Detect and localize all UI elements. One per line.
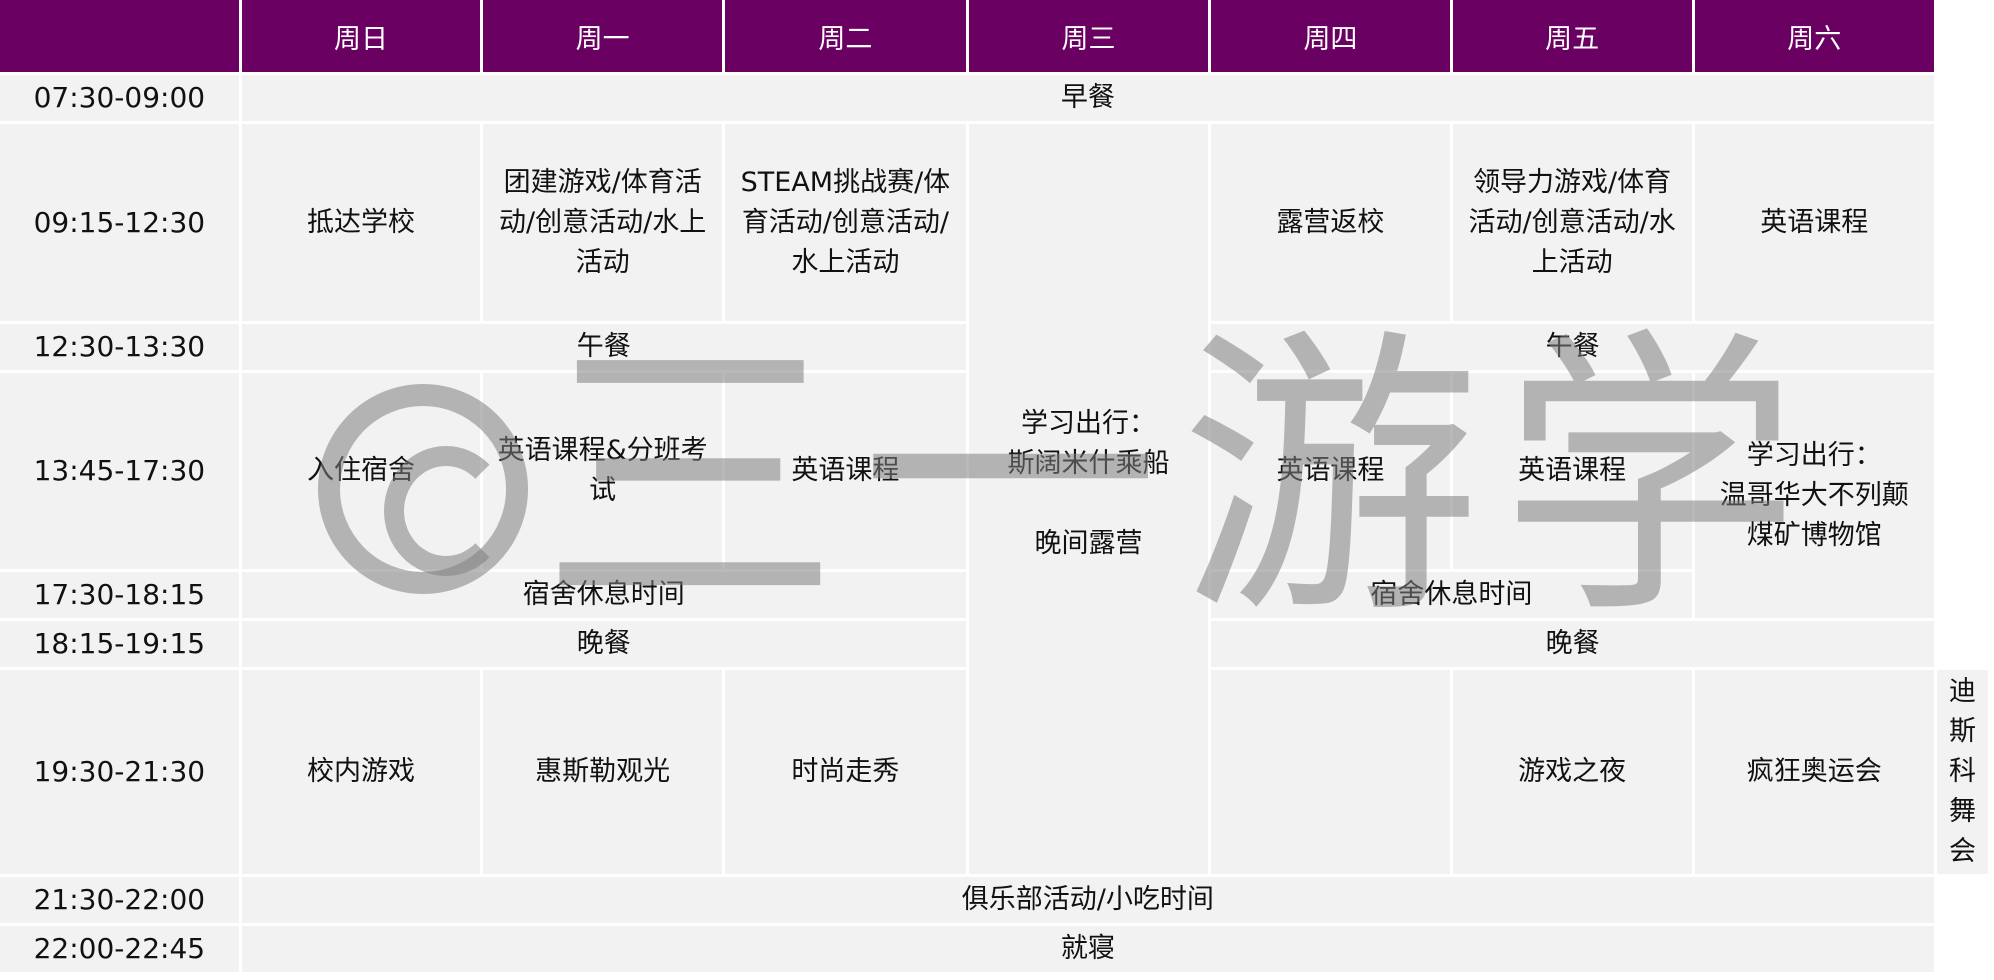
cell-thu-evening: 游戏之夜 [1452, 670, 1692, 874]
cell-breakfast: 早餐 [241, 75, 1934, 121]
cell-sat-evening: 迪斯科舞会 [1937, 670, 1988, 874]
wed-evening-camp: 晚间露营 [1034, 528, 1143, 559]
time-label: 18:15-19:15 [0, 621, 239, 667]
cell-lunch-right: 午餐 [1211, 324, 1934, 370]
cell-lunch-left: 午餐 [241, 324, 966, 370]
cell-wed-trip: 学习出行： 斯阔米什乘船 晚间露营 [968, 124, 1209, 874]
cell-dinner-left: 晚餐 [241, 621, 966, 667]
header-day-tue: 周二 [725, 0, 966, 72]
row-club: 21:30-22:00 俱乐部活动/小吃时间 [0, 877, 1988, 923]
cell-thu-afternoon: 英语课程 [1211, 373, 1450, 569]
sat-trip-line-1: 学习出行： [1746, 439, 1882, 471]
time-label: 09:15-12:30 [0, 124, 239, 321]
header-day-sun: 周日 [241, 0, 481, 72]
cell-sun-morning: 抵达学校 [241, 124, 481, 321]
time-label: 12:30-13:30 [0, 324, 239, 370]
cell-dinner-right: 晚餐 [1211, 621, 1934, 667]
row-breakfast: 07:30-09:00 早餐 [0, 75, 1988, 121]
row-bedtime: 22:00-22:45 就寝 [0, 926, 1988, 972]
cell-sat-morning: 英语课程 [1694, 124, 1934, 321]
cell-fri-morning: 领导力游戏/体育活动/创意活动/水上活动 [1452, 124, 1692, 321]
cell-fri-afternoon: 英语课程 [1452, 373, 1692, 569]
cell-tue-evening: 时尚走秀 [725, 670, 966, 874]
time-label: 19:30-21:30 [0, 670, 239, 874]
time-label: 17:30-18:15 [0, 572, 239, 618]
time-label: 22:00-22:45 [0, 926, 239, 972]
cell-mon-morning: 团建游戏/体育活动/创意活动/水上活动 [483, 124, 723, 321]
wed-trip-line-2: 斯阔米什乘船 [1007, 448, 1170, 479]
header-corner [0, 0, 239, 72]
cell-wed-evening-empty [1211, 670, 1450, 874]
cell-rest-right: 宿舍休息时间 [1211, 572, 1692, 618]
sat-trip-line-2: 温哥华大不列颠煤矿博物馆 [1719, 479, 1909, 551]
time-label: 07:30-09:00 [0, 75, 239, 121]
header-day-mon: 周一 [483, 0, 723, 72]
time-label: 13:45-17:30 [0, 373, 239, 569]
header-day-wed: 周三 [968, 0, 1209, 72]
cell-fri-evening: 疯狂奥运会 [1694, 670, 1934, 874]
cell-thu-morning: 露营返校 [1211, 124, 1450, 321]
cell-tue-morning: STEAM挑战赛/体育活动/创意活动/水上活动 [725, 124, 966, 321]
cell-mon-afternoon: 英语课程&分班考试 [483, 373, 723, 569]
cell-sat-trip: 学习出行： 温哥华大不列颠煤矿博物馆 [1694, 373, 1934, 618]
header-day-fri: 周五 [1452, 0, 1692, 72]
cell-bedtime: 就寝 [241, 926, 1934, 972]
cell-mon-evening: 惠斯勒观光 [483, 670, 723, 874]
row-morning: 09:15-12:30 抵达学校 团建游戏/体育活动/创意活动/水上活动 STE… [0, 124, 1988, 874]
time-label: 21:30-22:00 [0, 877, 239, 923]
cell-rest-left: 宿舍休息时间 [241, 572, 966, 618]
cell-club: 俱乐部活动/小吃时间 [241, 877, 1934, 923]
header-day-sat: 周六 [1694, 0, 1934, 72]
cell-tue-afternoon: 英语课程 [725, 373, 966, 569]
cell-sun-evening: 校内游戏 [241, 670, 481, 874]
cell-sun-afternoon: 入住宿舍 [241, 373, 481, 569]
header-row: 周日 周一 周二 周三 周四 周五 周六 [0, 0, 1988, 72]
wed-trip-line-1: 学习出行： [1020, 408, 1156, 439]
header-day-thu: 周四 [1211, 0, 1450, 72]
schedule-table: 周日 周一 周二 周三 周四 周五 周六 07:30-09:00 早餐 09:1… [0, 0, 1991, 975]
